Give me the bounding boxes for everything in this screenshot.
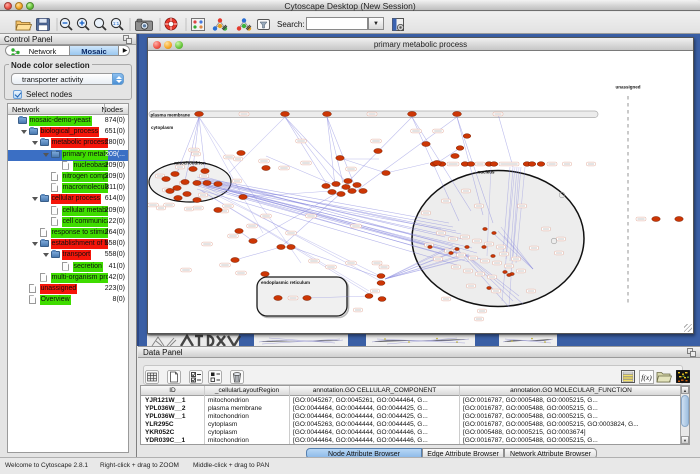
svg-text:endoplasmic reticulum: endoplasmic reticulum — [261, 280, 310, 285]
svg-text:mitochondrion: mitochondrion — [174, 161, 206, 166]
svg-text:f(x): f(x) — [641, 373, 652, 382]
svg-text:unassigned: unassigned — [615, 85, 640, 90]
svg-text:nucleus: nucleus — [477, 170, 495, 175]
svg-text:cytoplasm: cytoplasm — [151, 125, 173, 130]
svg-text:plasma membrane: plasma membrane — [151, 112, 191, 117]
svg-text:1:1: 1:1 — [113, 21, 120, 26]
